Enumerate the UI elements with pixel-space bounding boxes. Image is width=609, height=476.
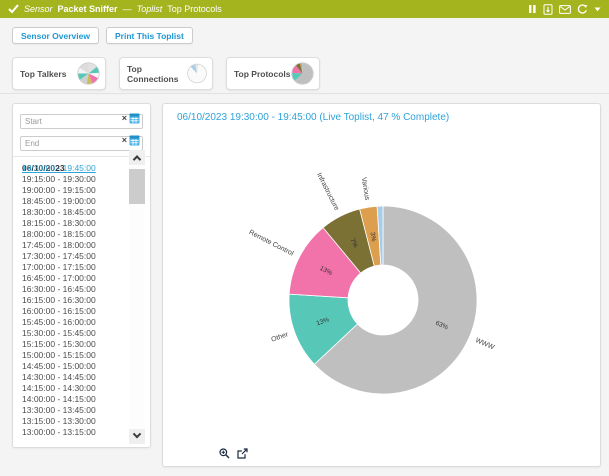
refresh-icon[interactable] [577,4,588,15]
email-icon[interactable] [559,5,571,14]
time-range-item[interactable]: 19:00:00 - 19:15:00 [22,185,122,196]
divider [0,93,609,94]
time-range-item[interactable]: 16:15:00 - 16:30:00 [22,295,122,306]
slice-name-label: WWW [474,337,495,351]
clear-icon[interactable]: × [122,112,127,125]
time-range-item[interactable]: 16:30:00 - 16:45:00 [22,284,122,295]
calendar-icon[interactable] [129,113,140,124]
toplist-tabs: Top Talkers Top Connections Top Protocol… [12,57,320,90]
chart-tools [219,448,248,459]
check-icon [8,4,19,14]
time-range-item[interactable]: 15:45:00 - 16:00:00 [22,317,122,328]
time-range-item[interactable]: 14:00:00 - 14:15:00 [22,394,122,405]
breadcrumb-kind: Sensor [24,4,53,14]
topbar: Sensor Packet Sniffer — Toplist Top Prot… [0,0,609,18]
page-title: Top Protocols [167,4,222,14]
sensor-overview-button[interactable]: Sensor Overview [12,27,99,44]
time-range-list: 19:30:00 - 19:45:0019:15:00 - 19:30:0019… [22,163,122,438]
time-range-item[interactable]: 13:30:00 - 13:45:00 [22,405,122,416]
time-range-item[interactable]: 17:45:00 - 18:00:00 [22,240,122,251]
tab-label: Top Protocols [234,69,291,79]
time-range-item[interactable]: 15:00:00 - 15:15:00 [22,350,122,361]
pie-chart-icon [187,62,207,85]
time-range-item[interactable]: 18:45:00 - 19:00:00 [22,196,122,207]
breadcrumb-separator: — [123,4,132,14]
tab-top-talkers[interactable]: Top Talkers [12,57,106,90]
pause-icon[interactable] [528,4,537,14]
time-range-item[interactable]: 14:45:00 - 15:00:00 [22,361,122,372]
slice-name-label: Remote Control [248,229,295,258]
slice-name-label: Infrastructure [315,172,340,212]
time-range-item[interactable]: 18:00:00 - 18:15:00 [22,229,122,240]
tab-label: Top Talkers [20,69,66,79]
tab-top-connections[interactable]: Top Connections [119,57,213,90]
end-field-row: × [20,133,143,148]
report-icon[interactable] [543,4,553,15]
zoom-in-icon[interactable] [219,448,230,459]
time-range-item[interactable]: 19:30:00 - 19:45:00 [22,163,122,174]
pie-chart-icon [77,62,100,85]
time-range-item[interactable]: 16:00:00 - 16:15:00 [22,306,122,317]
time-range-item[interactable]: 19:15:00 - 19:30:00 [22,174,122,185]
time-range-item[interactable]: 13:00:00 - 13:15:00 [22,427,122,438]
actions-row: Sensor Overview Print This Toplist [12,27,193,44]
topbar-actions [528,4,601,15]
slice-name-label: Other [270,331,289,344]
time-range-item[interactable]: 14:30:00 - 14:45:00 [22,372,122,383]
scroll-up-button[interactable] [129,150,145,165]
time-range-item[interactable]: 14:15:00 - 14:30:00 [22,383,122,394]
timerange-sidebar: × × 06/10/2023 19:30:00 [12,103,151,448]
slice-name-label: Various [360,177,371,202]
external-link-icon[interactable] [237,448,248,459]
tab-top-protocols[interactable]: Top Protocols [226,57,320,90]
calendar-icon[interactable] [129,135,140,146]
time-range-item[interactable]: 15:30:00 - 15:45:00 [22,328,122,339]
time-range-item[interactable]: 15:15:00 - 15:30:00 [22,339,122,350]
breadcrumb-sensor-name[interactable]: Packet Sniffer [58,4,118,14]
chevron-down-icon [133,429,141,437]
protocols-donut-chart: 63%WWW13%Other13%Remote Control7%Infrast… [163,104,602,468]
start-field-row: × [20,111,143,126]
caret-down-icon[interactable] [594,7,601,12]
time-range-item[interactable]: 17:00:00 - 17:15:00 [22,262,122,273]
pie-chart-icon [291,62,314,85]
time-range-item[interactable]: 18:15:00 - 18:30:00 [22,218,122,229]
print-toplist-button[interactable]: Print This Toplist [106,27,193,44]
slice-percent-label: 3% [369,232,377,243]
time-range-item[interactable]: 18:30:00 - 18:45:00 [22,207,122,218]
time-range-item[interactable]: 13:15:00 - 13:30:00 [22,416,122,427]
chevron-up-icon [133,155,141,163]
scrollbar-thumb[interactable] [129,169,145,204]
scroll-down-button[interactable] [129,429,145,444]
time-range-item[interactable]: 17:30:00 - 17:45:00 [22,251,122,262]
time-range-item[interactable]: 16:45:00 - 17:00:00 [22,273,122,284]
scrollbar[interactable] [129,150,145,444]
tab-label: Top Connections [127,64,187,84]
breadcrumb-section: Toplist [137,4,163,14]
toplist-chart-panel: 06/10/2023 19:30:00 - 19:45:00 (Live Top… [162,103,601,467]
clear-icon[interactable]: × [122,134,127,147]
